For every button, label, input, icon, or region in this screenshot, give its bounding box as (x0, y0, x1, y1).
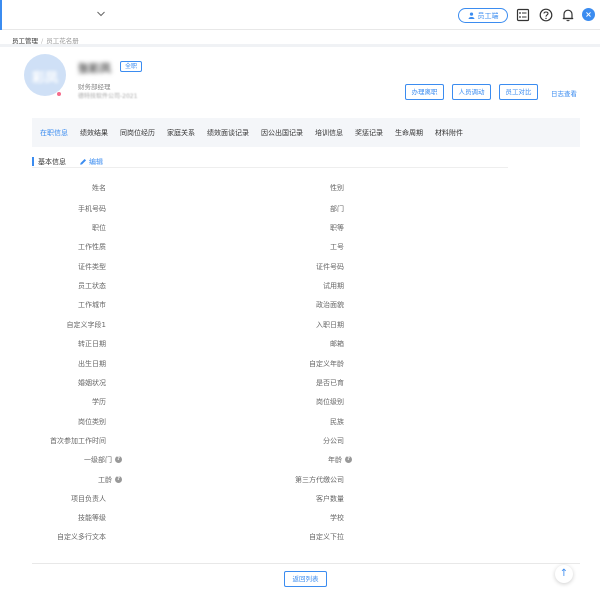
field-label: 自定义年龄 (309, 359, 344, 368)
field-label: 岗位级别 (316, 397, 344, 406)
help-icon[interactable]: ? (115, 456, 122, 463)
avatar-text: 彩凤 (31, 71, 58, 86)
tab-same-post[interactable]: 同岗位经历 (120, 128, 155, 138)
footer-divider (32, 563, 580, 564)
edit-label: 编辑 (89, 158, 103, 166)
transfer-button[interactable]: 人员调动 (452, 84, 491, 100)
field-label: 学历 (92, 397, 106, 406)
tab-lifecycle[interactable]: 生命周期 (395, 128, 423, 138)
gender-dot (56, 91, 62, 97)
field-label: 政治面貌 (316, 300, 344, 309)
tab-family[interactable]: 家庭关系 (167, 128, 195, 138)
field-label: 手机号码 (78, 204, 106, 213)
back-to-list-button[interactable]: 返回列表 (284, 571, 327, 587)
field-label: 性别 (330, 183, 344, 192)
tab-performance[interactable]: 绩效结果 (80, 128, 108, 138)
field-label: 客户数量 (316, 494, 344, 503)
field-label: 分公司 (323, 436, 344, 445)
field-label: 工号 (330, 242, 344, 251)
employee-org: 德特技软件公司-2021 (78, 93, 138, 100)
pencil-icon (80, 158, 87, 165)
field-label: 是否已育 (316, 378, 344, 387)
field-label: 证件类型 (78, 262, 106, 271)
field-label: 入职日期 (316, 320, 344, 329)
employee-name: 张彩凤 (78, 62, 111, 75)
employee-portal-label: 员工端 (477, 11, 499, 20)
field-label: 首次参加工作时间 (50, 436, 106, 445)
compare-button[interactable]: 员工对比 (499, 84, 538, 100)
field-label: 工作性质 (78, 242, 106, 251)
log-link[interactable]: 日志查看 (551, 88, 577, 98)
section-header: 基本信息 编辑 (32, 156, 508, 168)
field-label: 工龄? (98, 475, 122, 484)
user-icon (468, 12, 474, 19)
tab-attachments[interactable]: 材料附件 (435, 128, 463, 138)
tab-interview[interactable]: 绩效面谈记录 (207, 128, 249, 138)
field-label: 项目负责人 (71, 494, 106, 503)
header-divider (0, 44, 600, 47)
employee-portal-button[interactable]: 员工端 (458, 8, 508, 23)
field-label: 邮箱 (330, 339, 344, 348)
help-icon[interactable]: ? (345, 456, 352, 463)
field-label: 年龄? (328, 455, 352, 464)
top-bar: 员工端 × (0, 0, 600, 30)
close-icon[interactable]: × (582, 8, 595, 21)
field-label: 证件号码 (316, 262, 344, 271)
status-badge: 全职 (120, 61, 143, 72)
field-label: 姓名 (92, 183, 106, 192)
resign-button[interactable]: 办理离职 (405, 84, 444, 100)
tab-onduty[interactable]: 在职信息 (40, 128, 68, 138)
field-label: 自定义下拉 (309, 532, 344, 541)
field-label: 出生日期 (78, 359, 106, 368)
field-label: 自定义多行文本 (57, 532, 106, 541)
field-label: 技能等级 (78, 513, 106, 522)
field-label: 自定义字段1 (66, 320, 106, 329)
avatar: 彩凤 (24, 54, 66, 96)
field-label: 岗位类别 (78, 417, 106, 426)
section-title: 基本信息 (38, 158, 66, 166)
field-label: 学校 (330, 513, 344, 522)
field-label: 第三方代缴公司 (295, 475, 344, 484)
tab-bar: 在职信息 绩效结果 同岗位经历 家庭关系 绩效面谈记录 因公出国记录 培训信息 … (32, 118, 580, 147)
task-list-icon[interactable] (516, 8, 530, 22)
field-label: 职位 (92, 223, 106, 232)
field-label: 民族 (330, 417, 344, 426)
top-bar-accent (0, 0, 2, 30)
field-label: 职等 (330, 223, 344, 232)
tab-training[interactable]: 培训信息 (315, 128, 343, 138)
help-circle-icon[interactable] (539, 8, 553, 22)
field-label: 工作城市 (78, 300, 106, 309)
section-marker (32, 157, 34, 166)
bell-icon[interactable] (561, 8, 575, 22)
field-label: 一级部门? (84, 455, 122, 464)
field-label: 转正日期 (78, 339, 106, 348)
employee-position: 财务部经理 (78, 83, 111, 91)
tab-abroad[interactable]: 因公出国记录 (261, 128, 303, 138)
field-label: 员工状态 (78, 281, 106, 290)
field-label: 试用期 (323, 281, 344, 290)
help-icon[interactable]: ? (115, 476, 122, 483)
edit-button[interactable]: 编辑 (79, 157, 103, 167)
field-label: 部门 (330, 204, 344, 213)
tab-rewards[interactable]: 奖惩记录 (355, 128, 383, 138)
chevron-down-icon[interactable] (96, 9, 106, 19)
field-label: 婚姻状况 (78, 378, 106, 387)
scroll-top-icon[interactable]: ↑ (555, 565, 573, 583)
